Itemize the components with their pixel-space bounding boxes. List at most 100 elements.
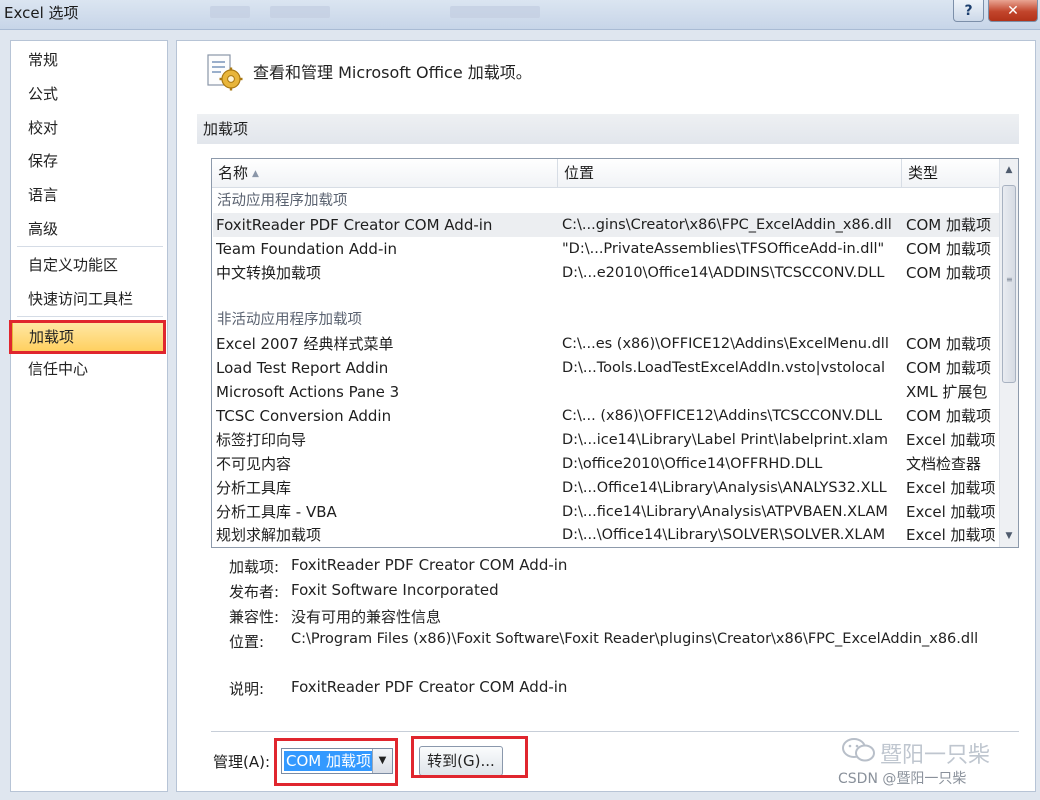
- table-row[interactable]: FoxitReader PDF Creator COM Add-in C:\..…: [213, 213, 999, 237]
- row-location: C:\... (x86)\OFFICE12\Addins\TCSCCONV.DL…: [562, 408, 883, 424]
- column-header-name[interactable]: 名称 ▲: [212, 159, 558, 188]
- wechat-icon: [842, 738, 875, 762]
- blurred-background: [270, 6, 330, 18]
- row-location: C:\...es (x86)\OFFICE12\Addins\ExcelMenu…: [562, 336, 889, 352]
- row-name: Excel 2007 经典样式菜单: [216, 335, 394, 353]
- nav-separator: [17, 246, 163, 247]
- detail-addin-label: 加载项:: [229, 558, 280, 576]
- highlight-box-goto-button: [411, 736, 528, 778]
- row-name: Load Test Report Addin: [216, 359, 389, 377]
- row-type: Excel 加载项: [906, 431, 996, 449]
- table-row[interactable]: TCSC Conversion Addin C:\... (x86)\OFFIC…: [213, 404, 999, 428]
- table-row[interactable]: Excel 2007 经典样式菜单 C:\...es (x86)\OFFICE1…: [213, 332, 999, 356]
- row-location: D:\...fice14\Library\Analysis\ATPVBAEN.X…: [562, 504, 888, 520]
- column-header-name-label: 名称: [218, 164, 249, 182]
- row-location: D:\...Office14\Library\Analysis\ANALYS32…: [562, 480, 887, 496]
- watermark-csdn: CSDN @暨阳一只柴: [838, 771, 967, 787]
- addins-list[interactable]: 名称 ▲ 位置 类型 活动应用程序加载项 FoxitReader PDF Crea…: [211, 158, 1019, 548]
- row-name: 分析工具库 - VBA: [216, 503, 337, 521]
- row-name: Team Foundation Add-in: [216, 240, 398, 258]
- row-location: D:\office2010\Office14\OFFRHD.DLL: [562, 456, 823, 472]
- group-header-active: 活动应用程序加载项: [217, 193, 348, 209]
- row-type: XML 扩展包: [906, 383, 988, 401]
- nav-item-trust-center[interactable]: 信任中心: [12, 353, 166, 385]
- row-name: TCSC Conversion Addin: [216, 407, 392, 425]
- group-header-inactive: 非活动应用程序加载项: [217, 312, 362, 328]
- options-nav: 常规 公式 校对 保存 语言 高级 自定义功能区 快速访问工具栏 加载项 信任中…: [10, 40, 168, 792]
- nav-item-quick-access-toolbar[interactable]: 快速访问工具栏: [12, 283, 166, 315]
- row-location: D:\...e2010\Office14\ADDINS\TCSCCONV.DLL: [562, 265, 885, 281]
- table-row[interactable]: 分析工具库 - VBA D:\...fice14\Library\Analysi…: [213, 500, 999, 524]
- table-row[interactable]: 标签打印向导 D:\...ice14\Library\Label Print\l…: [213, 428, 999, 452]
- nav-item-advanced[interactable]: 高级: [12, 213, 166, 245]
- row-type: Excel 加载项: [906, 526, 996, 544]
- column-header-type[interactable]: 类型: [902, 159, 1000, 188]
- title-bar: Excel 选项 ? ✕: [0, 0, 1040, 30]
- table-row[interactable]: Load Test Report Addin D:\...Tools.LoadT…: [213, 356, 999, 380]
- detail-addin-value: FoxitReader PDF Creator COM Add-in: [291, 556, 568, 574]
- table-row[interactable]: 不可见内容 D:\office2010\Office14\OFFRHD.DLL …: [213, 452, 999, 476]
- nav-item-customize-ribbon[interactable]: 自定义功能区: [12, 249, 166, 281]
- row-type: COM 加载项: [906, 216, 991, 234]
- row-type: COM 加载项: [906, 407, 991, 425]
- close-button[interactable]: ✕: [988, 0, 1038, 22]
- addins-pane: 查看和管理 Microsoft Office 加载项。 加载项 名称 ▲ 位置 类…: [176, 40, 1036, 792]
- detail-desc-value: FoxitReader PDF Creator COM Add-in: [291, 678, 568, 696]
- row-type: Excel 加载项: [906, 503, 996, 521]
- row-type: COM 加载项: [906, 264, 991, 282]
- detail-desc-label: 说明:: [229, 680, 265, 698]
- row-type: COM 加载项: [906, 240, 991, 258]
- row-type: COM 加载项: [906, 359, 991, 377]
- row-name: 规划求解加载项: [216, 526, 322, 544]
- bottom-separator: [211, 731, 1019, 732]
- column-header-type-label: 类型: [908, 164, 939, 182]
- row-location: D:\...\Office14\Library\SOLVER\SOLVER.XL…: [562, 527, 886, 543]
- row-location: D:\...Tools.LoadTestExcelAddIn.vsto|vsto…: [562, 360, 886, 376]
- row-name: 中文转换加载项: [216, 264, 322, 282]
- row-location: C:\...gins\Creator\x86\FPC_ExcelAddin_x8…: [562, 217, 892, 233]
- nav-item-proofing[interactable]: 校对: [12, 112, 166, 144]
- row-type: Excel 加载项: [906, 479, 996, 497]
- scroll-up-icon[interactable]: ▲: [1000, 159, 1018, 181]
- nav-item-language[interactable]: 语言: [12, 179, 166, 211]
- grip-icon: ≡: [1006, 275, 1013, 284]
- blurred-background: [210, 6, 250, 18]
- row-type: 文档检查器: [906, 455, 982, 473]
- nav-separator: [17, 316, 163, 317]
- table-row[interactable]: Microsoft Actions Pane 3 XML 扩展包: [213, 380, 999, 404]
- highlight-box-addins: [9, 320, 166, 354]
- nav-item-save[interactable]: 保存: [12, 145, 166, 177]
- scroll-down-icon[interactable]: ▼: [1000, 525, 1018, 547]
- row-location: D:\...ice14\Library\Label Print\labelpri…: [562, 432, 888, 448]
- section-title: 加载项: [197, 114, 1019, 144]
- addins-gear-icon: [207, 54, 243, 91]
- highlight-box-manage-dropdown: [274, 738, 398, 786]
- scrollbar-thumb[interactable]: ≡: [1002, 185, 1016, 383]
- row-name: FoxitReader PDF Creator COM Add-in: [216, 216, 493, 234]
- help-button[interactable]: ?: [953, 0, 984, 22]
- list-scrollbar[interactable]: ▲ ≡ ▼: [999, 159, 1018, 547]
- detail-location-label: 位置:: [229, 633, 265, 651]
- window-title: Excel 选项: [4, 4, 79, 22]
- page-title: 查看和管理 Microsoft Office 加载项。: [253, 63, 532, 82]
- table-row[interactable]: 中文转换加载项 D:\...e2010\Office14\ADDINS\TCSC…: [213, 261, 999, 285]
- sort-ascending-icon: ▲: [252, 169, 259, 179]
- row-name: 分析工具库: [216, 479, 292, 497]
- table-row[interactable]: 规划求解加载项 D:\...\Office14\Library\SOLVER\S…: [213, 523, 999, 547]
- column-header-location[interactable]: 位置: [558, 159, 902, 188]
- detail-location-value: C:\Program Files (x86)\Foxit Software\Fo…: [291, 631, 979, 647]
- detail-publisher-label: 发布者:: [229, 583, 280, 601]
- detail-compat-value: 没有可用的兼容性信息: [291, 608, 442, 626]
- row-type: COM 加载项: [906, 335, 991, 353]
- column-header-location-label: 位置: [564, 164, 595, 182]
- table-row[interactable]: Team Foundation Add-in "D:\...PrivateAss…: [213, 237, 999, 261]
- detail-publisher-value: Foxit Software Incorporated: [291, 581, 499, 599]
- nav-item-formulas[interactable]: 公式: [12, 78, 166, 110]
- nav-item-general[interactable]: 常规: [12, 44, 166, 76]
- detail-compat-label: 兼容性:: [229, 608, 280, 626]
- row-name: 标签打印向导: [216, 431, 307, 449]
- table-row[interactable]: 分析工具库 D:\...Office14\Library\Analysis\AN…: [213, 476, 999, 500]
- row-name: 不可见内容: [216, 455, 292, 473]
- row-name: Microsoft Actions Pane 3: [216, 383, 400, 401]
- row-location: "D:\...PrivateAssemblies\TFSOfficeAdd-in…: [562, 241, 885, 257]
